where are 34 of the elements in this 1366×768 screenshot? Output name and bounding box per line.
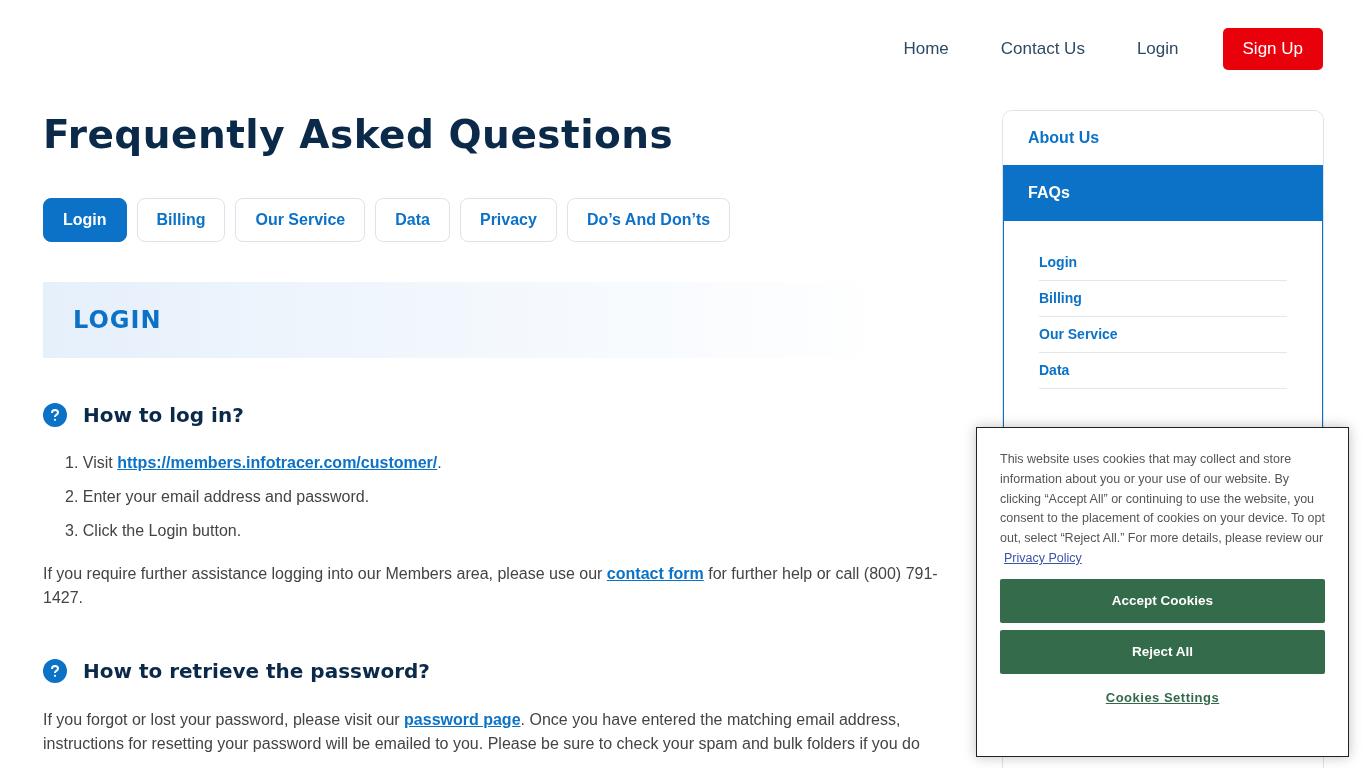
- password-page-link[interactable]: password page: [404, 710, 521, 728]
- faq-tab[interactable]: Login: [43, 197, 127, 242]
- privacy-policy-link[interactable]: Privacy Policy: [1004, 551, 1082, 565]
- list-step: 1. Visit https://members.infotracer.com/customer/.: [65, 451, 959, 474]
- faq-tab[interactable]: Billing: [136, 197, 226, 242]
- nav-link[interactable]: Home: [881, 28, 971, 70]
- cookie-button[interactable]: Accept Cookies: [1000, 578, 1325, 623]
- faq-tab[interactable]: Privacy: [459, 197, 557, 242]
- cookie-button[interactable]: Reject All: [1000, 629, 1325, 674]
- sidebar-subitem[interactable]: Billing: [1039, 280, 1287, 317]
- sign-up-button[interactable]: Sign Up: [1222, 28, 1323, 70]
- faq-tab[interactable]: Our Service: [235, 197, 366, 242]
- cookie-notice-text: This website uses cookies that may collect and store information about you or your use of our website. By clicking “Accept All” or continuing to use the website, you consent to the placement of cookies on your device. To opt out, select “Reject All.” For more details, please review our Privacy Policy: [1000, 451, 1325, 567]
- cookies-settings-link[interactable]: Cookies Settings: [1105, 687, 1220, 708]
- url-link[interactable]: https://members.infotracer.com/customer/: [117, 453, 438, 471]
- faq-tab[interactable]: Data: [375, 197, 450, 242]
- answer-paragraph: If you require further assistance logging into our Members area, please use our contact form for further help or call (800) 791-1427.: [43, 563, 939, 608]
- list-step: 2. Enter your email address and password.: [65, 485, 959, 508]
- question-icon: [43, 658, 67, 683]
- question-heading: How to retrieve the password?: [83, 657, 430, 685]
- section-heading: LOGIN: [73, 304, 162, 336]
- sidebar-item[interactable]: FAQs: [1003, 164, 1323, 221]
- faq-tab[interactable]: Do’s And Don’ts: [566, 197, 731, 242]
- answer-paragraph: If you forgot or lost your password, please visit our password page. Once you have entered the matching email address, instructions for resetting your password will be emailed to you. Please be sure to check your spam and bulk folders if you do: [43, 709, 921, 754]
- question-heading: How to log in?: [83, 401, 244, 429]
- sidebar-subitem[interactable]: Data: [1039, 352, 1287, 389]
- contact-form-link[interactable]: contact form: [606, 564, 704, 582]
- nav-link[interactable]: Contact Us: [978, 28, 1107, 70]
- nav-link[interactable]: Login: [1114, 28, 1201, 70]
- list-step: 3. Click the Login button.: [65, 519, 959, 542]
- page-title: Frequently Asked Questions: [43, 110, 675, 159]
- sidebar-subitem[interactable]: Login: [1039, 244, 1287, 281]
- question-icon: [43, 402, 67, 427]
- sidebar-subitem[interactable]: Our Service: [1039, 316, 1287, 353]
